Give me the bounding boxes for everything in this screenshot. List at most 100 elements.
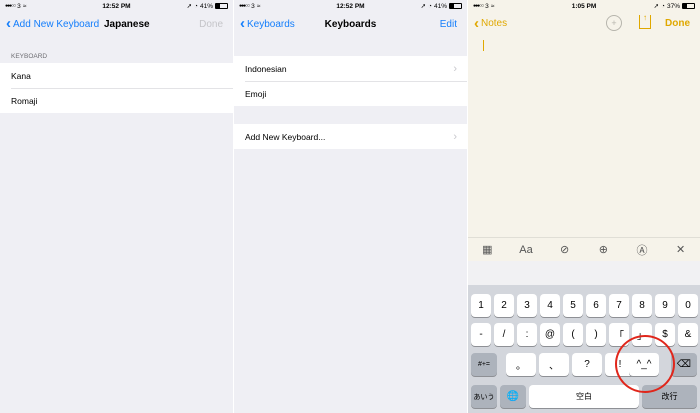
alarm-icon: ◔ — [428, 2, 432, 10]
key-kaomoji[interactable]: ^_^ — [629, 353, 659, 376]
section-header: KEYBOARD — [11, 53, 48, 60]
signal-icon: ●●●○○ — [5, 3, 16, 9]
key-9[interactable]: 9 — [655, 294, 675, 317]
back-label: Keyboards — [247, 18, 295, 30]
alarm-icon: ◔ — [661, 2, 665, 10]
space-key[interactable]: 空白 — [529, 385, 639, 408]
key-hyphen[interactable]: - — [471, 323, 491, 346]
list-item-emoji[interactable]: Emoji — [234, 81, 467, 106]
globe-icon[interactable]: 🌐 — [500, 385, 526, 408]
key-dollar[interactable]: $ — [655, 323, 675, 346]
key-3[interactable]: 3 — [517, 294, 537, 317]
key-ampersand[interactable]: & — [678, 323, 698, 346]
keyboards-screen: ●●●○○ 3 ≈ 12:52 PM ➚ ◔ 41% ‹ Keyboards Keyboa… — [234, 0, 467, 413]
battery-icon — [448, 3, 462, 9]
notes-screen: ●●●○○ 3 ≈ 1:05 PM ➚ ◔ 37% ‹ Notes + ↑ Done ▦ … — [468, 0, 700, 413]
alarm-icon: ◔ — [194, 2, 198, 10]
key-ideographic-period[interactable]: 。 — [506, 353, 536, 376]
list-item-romaji[interactable]: Romaji — [0, 88, 233, 113]
close-icon[interactable]: ✕ — [669, 243, 693, 256]
add-icon[interactable]: ⊕ — [591, 243, 615, 256]
notes-navigation-bar: ‹ Notes + ↑ Done — [468, 12, 700, 36]
row-label: Add New Keyboard... — [245, 131, 326, 142]
back-button[interactable]: ‹ Add New Keyboard — [6, 15, 100, 32]
key-close-bracket[interactable]: 」 — [632, 323, 652, 346]
row-label: Emoji — [245, 88, 267, 99]
keyboard-list: Indonesian › Emoji — [234, 56, 467, 106]
key-open-paren[interactable]: ( — [563, 323, 583, 346]
done-button[interactable]: Done — [199, 19, 223, 30]
navigation-bar: ‹ Add New Keyboard Japanese Done — [0, 12, 233, 36]
key-at[interactable]: @ — [540, 323, 560, 346]
key-ideographic-comma[interactable]: 、 — [539, 353, 569, 376]
battery-percent: 41% — [199, 2, 213, 10]
japanese-keyboard-screen: ●●●○○ 3 ≈ 12:52 PM ➚ ◔ 41% ‹ Add New Keyboard… — [0, 0, 233, 413]
row-label: Romaji — [11, 95, 38, 106]
back-button[interactable]: ‹ Keyboards — [240, 15, 295, 32]
key-7[interactable]: 7 — [609, 294, 629, 317]
list-item-kana[interactable]: Kana — [0, 63, 233, 88]
add-keyboard-group: Add New Keyboard... › — [234, 124, 467, 149]
return-key[interactable]: 改行 — [642, 385, 697, 408]
row-label: Kana — [11, 70, 31, 81]
chevron-right-icon: › — [453, 62, 457, 75]
battery-percent: 41% — [433, 2, 447, 10]
carrier-label: 3 — [251, 2, 255, 10]
back-label: Notes — [481, 18, 508, 29]
chevron-right-icon: › — [453, 130, 457, 143]
status-time: 12:52 PM — [336, 2, 365, 10]
notes-back-button[interactable]: ‹ Notes — [474, 14, 508, 32]
location-icon: ➚ — [653, 3, 660, 10]
japanese-keyboard: 1 2 3 4 5 6 7 8 9 0 - / : @ ( ) 「 」 $ & … — [468, 285, 700, 413]
battery-icon — [682, 3, 695, 9]
status-bar: ●●●○○ 3 ≈ 1:05 PM ➚ ◔ 37% — [468, 0, 700, 12]
key-4[interactable]: 4 — [540, 294, 560, 317]
edit-button[interactable]: Edit — [440, 19, 457, 30]
key-open-bracket[interactable]: 「 — [609, 323, 629, 346]
table-icon[interactable]: ▦ — [475, 243, 499, 256]
status-time: 1:05 PM — [571, 2, 597, 10]
location-icon: ➚ — [186, 3, 193, 10]
suggestion-bar — [468, 261, 700, 285]
add-new-keyboard-row[interactable]: Add New Keyboard... › — [234, 124, 467, 149]
signal-icon: ●●●○○ — [239, 3, 250, 9]
checklist-icon[interactable]: ⊘ — [553, 243, 577, 256]
add-person-icon[interactable]: + — [606, 15, 622, 31]
list-item-indonesian[interactable]: Indonesian › — [234, 56, 467, 81]
share-icon[interactable]: ↑ — [639, 14, 651, 29]
navigation-bar: ‹ Keyboards Keyboards Edit — [234, 12, 467, 36]
row-label: Indonesian — [245, 63, 287, 74]
chevron-left-icon: ‹ — [474, 14, 479, 32]
status-time: 12:52 PM — [102, 2, 131, 10]
wifi-icon: ≈ — [22, 2, 27, 10]
key-close-paren[interactable]: ) — [586, 323, 606, 346]
key-6[interactable]: 6 — [586, 294, 606, 317]
done-button[interactable]: Done — [665, 18, 690, 29]
symbols-toggle-key[interactable]: #+= — [471, 353, 497, 376]
key-question[interactable]: ? — [572, 353, 602, 376]
signal-icon: ●●●○○ — [473, 3, 484, 9]
key-0[interactable]: 0 — [678, 294, 698, 317]
backspace-key[interactable]: ⌫ — [671, 353, 697, 376]
text-format-icon[interactable]: Aa — [514, 244, 538, 256]
carrier-label: 3 — [485, 2, 489, 10]
key-2[interactable]: 2 — [494, 294, 514, 317]
back-label: Add New Keyboard — [13, 18, 100, 30]
note-body[interactable] — [468, 36, 700, 236]
layout-list: Kana Romaji — [0, 63, 233, 113]
key-5[interactable]: 5 — [563, 294, 583, 317]
kana-mode-key[interactable]: あいう — [471, 385, 497, 408]
key-slash[interactable]: / — [494, 323, 514, 346]
chevron-left-icon: ‹ — [240, 15, 245, 32]
battery-icon — [214, 3, 228, 9]
key-colon[interactable]: : — [517, 323, 537, 346]
chevron-left-icon: ‹ — [6, 15, 11, 32]
wifi-icon: ≈ — [256, 2, 261, 10]
formatting-toolbar: ▦ Aa ⊘ ⊕ Ⓐ ✕ — [468, 237, 700, 261]
key-1[interactable]: 1 — [471, 294, 491, 317]
key-8[interactable]: 8 — [632, 294, 652, 317]
status-bar: ●●●○○ 3 ≈ 12:52 PM ➚ ◔ 41% — [0, 0, 233, 12]
location-icon: ➚ — [420, 3, 427, 10]
markup-icon[interactable]: Ⓐ — [630, 242, 654, 258]
wifi-icon: ≈ — [490, 2, 495, 10]
